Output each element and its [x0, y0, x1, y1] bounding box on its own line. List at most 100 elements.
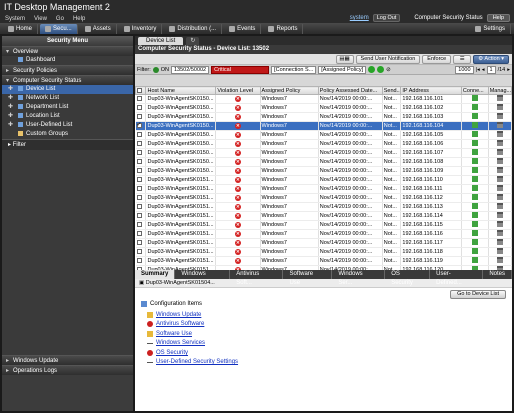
sidebar-item-department-list[interactable]: ✚ Department List — [2, 103, 133, 112]
row-checkbox[interactable] — [135, 247, 147, 257]
col-violation-level[interactable]: Violation Level — [215, 86, 261, 95]
col-policy-assessed-date[interactable]: Policy Assessed Date... — [317, 86, 383, 95]
col-management[interactable]: Manag... — [487, 86, 512, 95]
goto-device-list-button[interactable]: Go to Device List — [450, 290, 506, 299]
section-overview[interactable]: ▾ Overview — [2, 46, 133, 56]
nav-tab-distribution[interactable]: Distribution (... — [164, 23, 223, 34]
table-row[interactable]: Dup03-WinAgentSK0151... ✕ Windows7 Nov/14/2… — [135, 175, 512, 185]
nav-tab-inventory[interactable]: Inventory — [119, 23, 163, 34]
sidebar-filter[interactable]: ▸ Filter — [2, 139, 133, 150]
table-row[interactable]: Dup03-WinAgentSK0151... ✕ Windows7 Nov/14/2… — [135, 184, 512, 194]
tab-summary[interactable]: Summary — [135, 270, 176, 279]
page-size-select[interactable]: 1000 — [455, 65, 474, 74]
table-row[interactable]: Dup03-WinAgentSK0151... ✕ Windows7 Nov/14/2… — [135, 193, 512, 203]
row-checkbox[interactable] — [135, 211, 147, 221]
tab-user-defined[interactable]: User-Defined... — [430, 270, 484, 286]
row-checkbox[interactable] — [135, 193, 147, 203]
row-checkbox[interactable] — [135, 175, 147, 185]
menu-help[interactable]: Help — [73, 16, 85, 22]
table-row[interactable]: Dup03-WinAgentSK0151... ✕ Windows7 Nov/14/2… — [135, 247, 512, 257]
next-page-icon[interactable]: ▸ — [507, 67, 510, 73]
select-all-checkbox[interactable] — [135, 86, 147, 95]
nav-tab-reports[interactable]: Reports — [263, 23, 304, 34]
tab-windows-services[interactable]: Windows Ser... — [332, 270, 386, 286]
nav-tab-security[interactable]: Secu... — [40, 23, 78, 34]
nav-tab-events[interactable]: Events — [224, 23, 262, 34]
sidebar-item-network-list[interactable]: ✚ Network List — [2, 94, 133, 103]
tab-antivirus[interactable]: Antivirus Soft... — [230, 270, 284, 286]
row-checkbox[interactable] — [135, 139, 147, 149]
enforce-button[interactable]: Enforce — [422, 54, 452, 64]
row-checkbox[interactable] — [135, 94, 147, 104]
col-assigned-policy[interactable]: Assigned Policy — [259, 86, 319, 95]
row-checkbox[interactable] — [135, 130, 147, 140]
sidebar-item-location-list[interactable]: ✚ Location List — [2, 112, 133, 121]
menu-go[interactable]: Go — [56, 16, 64, 22]
section-computer-security-status[interactable]: ▾ Computer Security Status — [2, 75, 133, 85]
table-row[interactable]: Dup03-WinAgentSK0150...✕Windows7Nov/14/2… — [135, 94, 512, 104]
refresh-icon[interactable]: ↻ — [186, 37, 200, 45]
row-checkbox[interactable] — [135, 238, 147, 248]
prev-page-icon[interactable]: ◂ — [482, 67, 485, 73]
filter-violation-level[interactable]: Critical — [211, 65, 270, 74]
row-checkbox[interactable] — [135, 184, 147, 194]
tab-notes[interactable]: Notes — [483, 270, 513, 279]
menu-system[interactable]: System — [5, 16, 25, 22]
sidebar-item-user-defined-list[interactable]: ✚ User-Defined List — [2, 121, 133, 130]
sidebar-item-dashboard[interactable]: Dashboard — [2, 56, 133, 65]
row-checkbox[interactable] — [135, 202, 147, 212]
section-operations-logs[interactable]: ▸ Operations Logs — [2, 365, 133, 375]
filter-refresh-icon[interactable] — [377, 66, 385, 73]
table-row[interactable]: Dup03-WinAgentSK0150...✕Windows7Nov/14/2… — [135, 166, 512, 176]
list-icon[interactable]: ☰ — [453, 54, 472, 64]
col-ip-address[interactable]: IP Address — [400, 86, 462, 95]
col-host-name[interactable]: Host Name — [145, 86, 217, 95]
settings-button[interactable]: Settings — [470, 23, 511, 34]
logout-button[interactable]: Log Out — [372, 14, 401, 22]
table-row[interactable]: Dup03-WinAgentSK0151... ✕ Windows7 Nov/14/2… — [135, 220, 512, 230]
row-checkbox[interactable] — [135, 103, 147, 113]
menu-view[interactable]: View — [34, 16, 47, 22]
row-checkbox[interactable] — [135, 157, 147, 167]
section-windows-update[interactable]: ▸ Windows Update — [2, 355, 133, 365]
filter-policy[interactable]: [Assigned Policy] — [318, 65, 367, 74]
nav-tab-assets[interactable]: Assets — [80, 23, 117, 34]
row-checkbox[interactable] — [135, 229, 147, 239]
table-row[interactable]: Dup03-WinAgentSK0151... ✕ Windows7 Nov/14/2… — [135, 229, 512, 239]
section-security-policies[interactable]: ▸ Security Policies — [2, 65, 133, 75]
row-checkbox[interactable] — [135, 166, 147, 176]
row-checkbox[interactable] — [135, 220, 147, 230]
row-checkbox[interactable] — [135, 121, 147, 131]
tab-software-use[interactable]: Software Use — [283, 270, 333, 286]
table-row[interactable]: Dup03-WinAgentSK0150...✕Windows7Nov/14/2… — [135, 157, 512, 167]
table-row[interactable]: Dup03-WinAgentSK0150...✕Windows7Nov/14/2… — [135, 139, 512, 149]
row-checkbox[interactable] — [135, 148, 147, 158]
sidebar-item-device-list[interactable]: ✚ Device List — [2, 85, 133, 94]
filter-connection[interactable]: [Connection S... — [271, 65, 317, 74]
table-row[interactable]: Dup03-WinAgentSK0151... ✕ Windows7 Nov/14/2… — [135, 202, 512, 212]
table-row[interactable]: Dup03-WinAgentSK0151... ✕ Windows7 Nov/14/2… — [135, 238, 512, 248]
nav-tab-home[interactable]: Home — [3, 23, 39, 34]
col-send[interactable]: Send... — [381, 86, 402, 95]
row-checkbox[interactable] — [135, 112, 147, 122]
table-row[interactable]: Dup03-WinAgentSK0150...✕Windows7Nov/14/2… — [135, 112, 512, 122]
user-link[interactable]: system — [350, 15, 369, 21]
table-row[interactable]: Dup03-WinAgentSK0150...✕Windows7Nov/14/2… — [135, 130, 512, 140]
first-page-icon[interactable]: |◂ — [476, 67, 480, 73]
tab-windows-update[interactable]: Windows Upd... — [175, 270, 231, 286]
tab-os-security[interactable]: OS Security — [385, 270, 431, 286]
table-row[interactable]: Dup03-WinAgentSK0150...✕Windows7Nov/14/2… — [135, 103, 512, 113]
col-connection[interactable]: Conne... — [460, 86, 489, 95]
row-checkbox[interactable] — [135, 256, 147, 266]
tab-device-list[interactable]: Device List — [138, 37, 184, 45]
filter-clear-icon[interactable]: ⊘ — [386, 67, 391, 73]
page-input[interactable]: 1 — [486, 65, 496, 74]
table-row[interactable]: Dup03-WinAgentSK0150...✕Windows7Nov/14/2… — [135, 121, 512, 131]
table-row[interactable]: Dup03-WinAgentSK0151... ✕ Windows7 Nov/14/2… — [135, 256, 512, 266]
filter-apply-icon[interactable] — [368, 66, 376, 73]
send-notification-button[interactable]: Send User Notification — [355, 54, 421, 64]
view-toggle-icon[interactable]: ▤▦ — [335, 54, 354, 64]
table-row[interactable]: Dup03-WinAgentSK0150...✕Windows7Nov/14/2… — [135, 148, 512, 158]
sidebar-item-custom-groups[interactable]: Custom Groups — [2, 130, 133, 139]
table-row[interactable]: Dup03-WinAgentSK0151... ✕ Windows7 Nov/14/2… — [135, 211, 512, 221]
